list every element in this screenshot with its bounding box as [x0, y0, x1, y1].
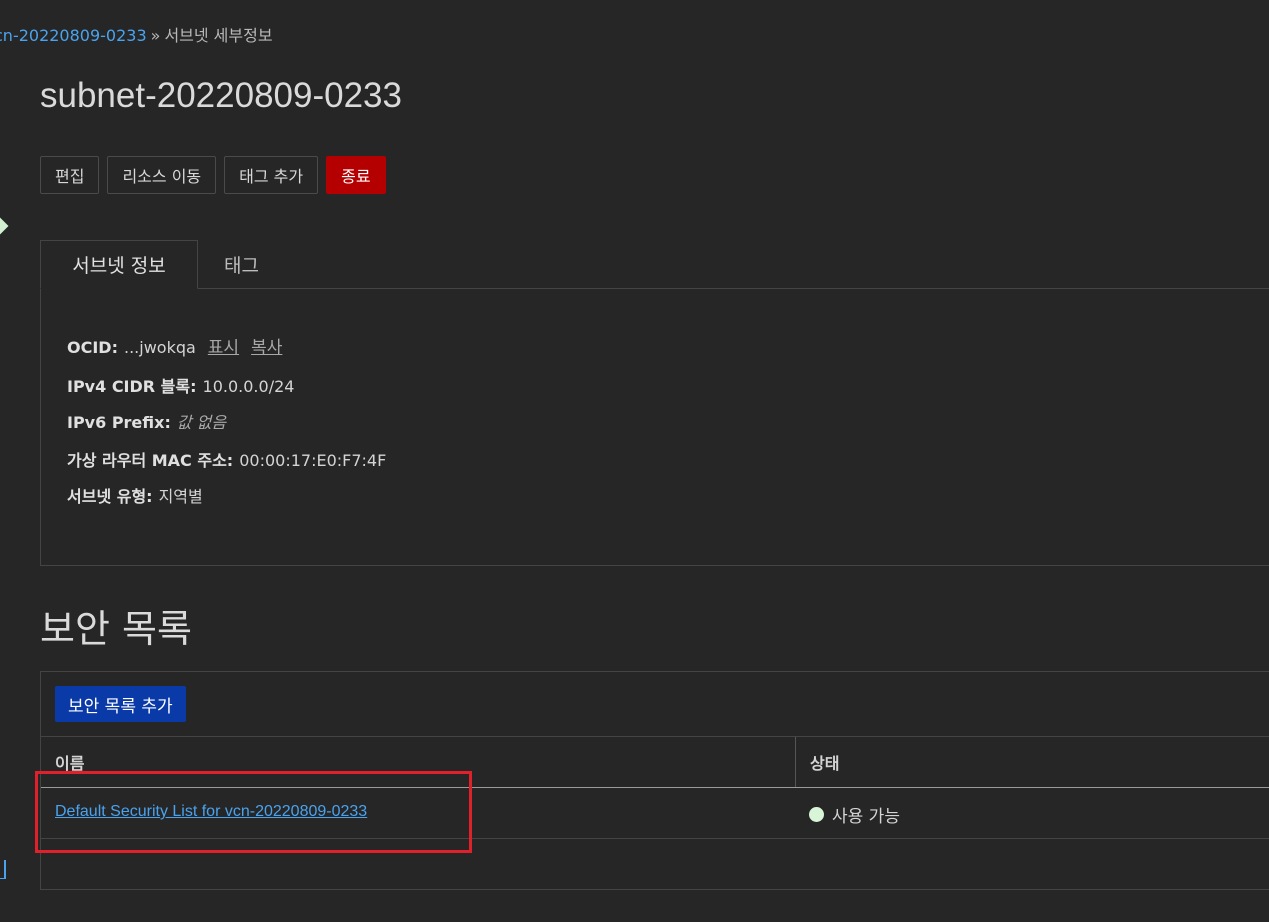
add-tag-button[interactable]: 태그 추가 — [224, 156, 319, 194]
column-header-status[interactable]: 상태 — [795, 737, 839, 787]
move-resource-button[interactable]: 리소스 이동 — [107, 156, 217, 194]
breadcrumb-vcn-link[interactable]: cn-20220809-0233 — [0, 26, 147, 45]
subnet-type-value: 지역별 — [158, 487, 203, 506]
page: cn-20220809-0233» 서브넷 세부정보 subnet-2022080… — [0, 0, 1269, 922]
router-mac-value: 00:00:17:E0:F7:4F — [239, 451, 387, 470]
left-nav-link-fragment[interactable] — [0, 860, 6, 879]
status-text: 사용 가능 — [832, 807, 900, 827]
table-header: 이름 상태 — [41, 736, 1269, 788]
ocid-value: ...jwokqa — [123, 338, 196, 357]
security-list-link[interactable]: Default Security List for vcn-20220809-0… — [55, 803, 367, 821]
status-available-icon — [809, 807, 824, 822]
subnet-type-label: 서브넷 유형: — [67, 487, 153, 506]
security-lists-title: 보안 목록 — [40, 607, 192, 651]
ipv6-prefix-value: 값 없음 — [176, 413, 227, 432]
ocid-row: OCID: ...jwokqa 표시 복사 — [67, 333, 282, 358]
action-toolbar: 편집 리소스 이동 태그 추가 종료 — [40, 156, 386, 194]
router-mac-row: 가상 라우터 MAC 주소: 00:00:17:E0:F7:4F — [67, 447, 386, 471]
detail-tabs: 서브넷 정보 태그 — [40, 240, 1269, 289]
add-security-list-button[interactable]: 보안 목록 추가 — [55, 686, 186, 722]
subnet-info-panel: OCID: ...jwokqa 표시 복사 IPv4 CIDR 블록: 10.0… — [40, 288, 1269, 566]
ipv4-cidr-row: IPv4 CIDR 블록: 10.0.0.0/24 — [67, 373, 294, 397]
breadcrumb-separator: » — [150, 26, 161, 45]
breadcrumb-current: 서브넷 세부정보 — [164, 26, 273, 45]
ipv4-cidr-value: 10.0.0.0/24 — [202, 377, 295, 396]
edit-button[interactable]: 편집 — [40, 156, 100, 194]
tab-subnet-info[interactable]: 서브넷 정보 — [40, 240, 198, 289]
page-title: subnet-20220809-0233 — [40, 76, 402, 115]
subnet-type-row: 서브넷 유형: 지역별 — [67, 483, 203, 507]
ocid-copy-link[interactable]: 복사 — [251, 333, 282, 358]
ipv6-prefix-row: IPv6 Prefix: 값 없음 — [67, 409, 226, 433]
breadcrumb: cn-20220809-0233» 서브넷 세부정보 — [0, 22, 273, 46]
ipv4-cidr-label: IPv4 CIDR 블록: — [67, 377, 197, 396]
ocid-show-link[interactable]: 표시 — [208, 333, 239, 358]
tab-tags[interactable]: 태그 — [224, 240, 259, 289]
left-nav-indicator — [0, 217, 9, 235]
ocid-label: OCID: — [67, 338, 118, 357]
terminate-button[interactable]: 종료 — [326, 156, 386, 194]
table-row: Default Security List for vcn-20220809-0… — [41, 788, 1269, 839]
ipv6-prefix-label: IPv6 Prefix: — [67, 413, 171, 432]
status-cell: 사용 가능 — [809, 802, 900, 827]
router-mac-label: 가상 라우터 MAC 주소: — [67, 451, 234, 470]
security-lists-panel: 보안 목록 추가 이름 상태 Default Security List for… — [40, 671, 1269, 890]
column-header-name[interactable]: 이름 — [55, 737, 84, 787]
